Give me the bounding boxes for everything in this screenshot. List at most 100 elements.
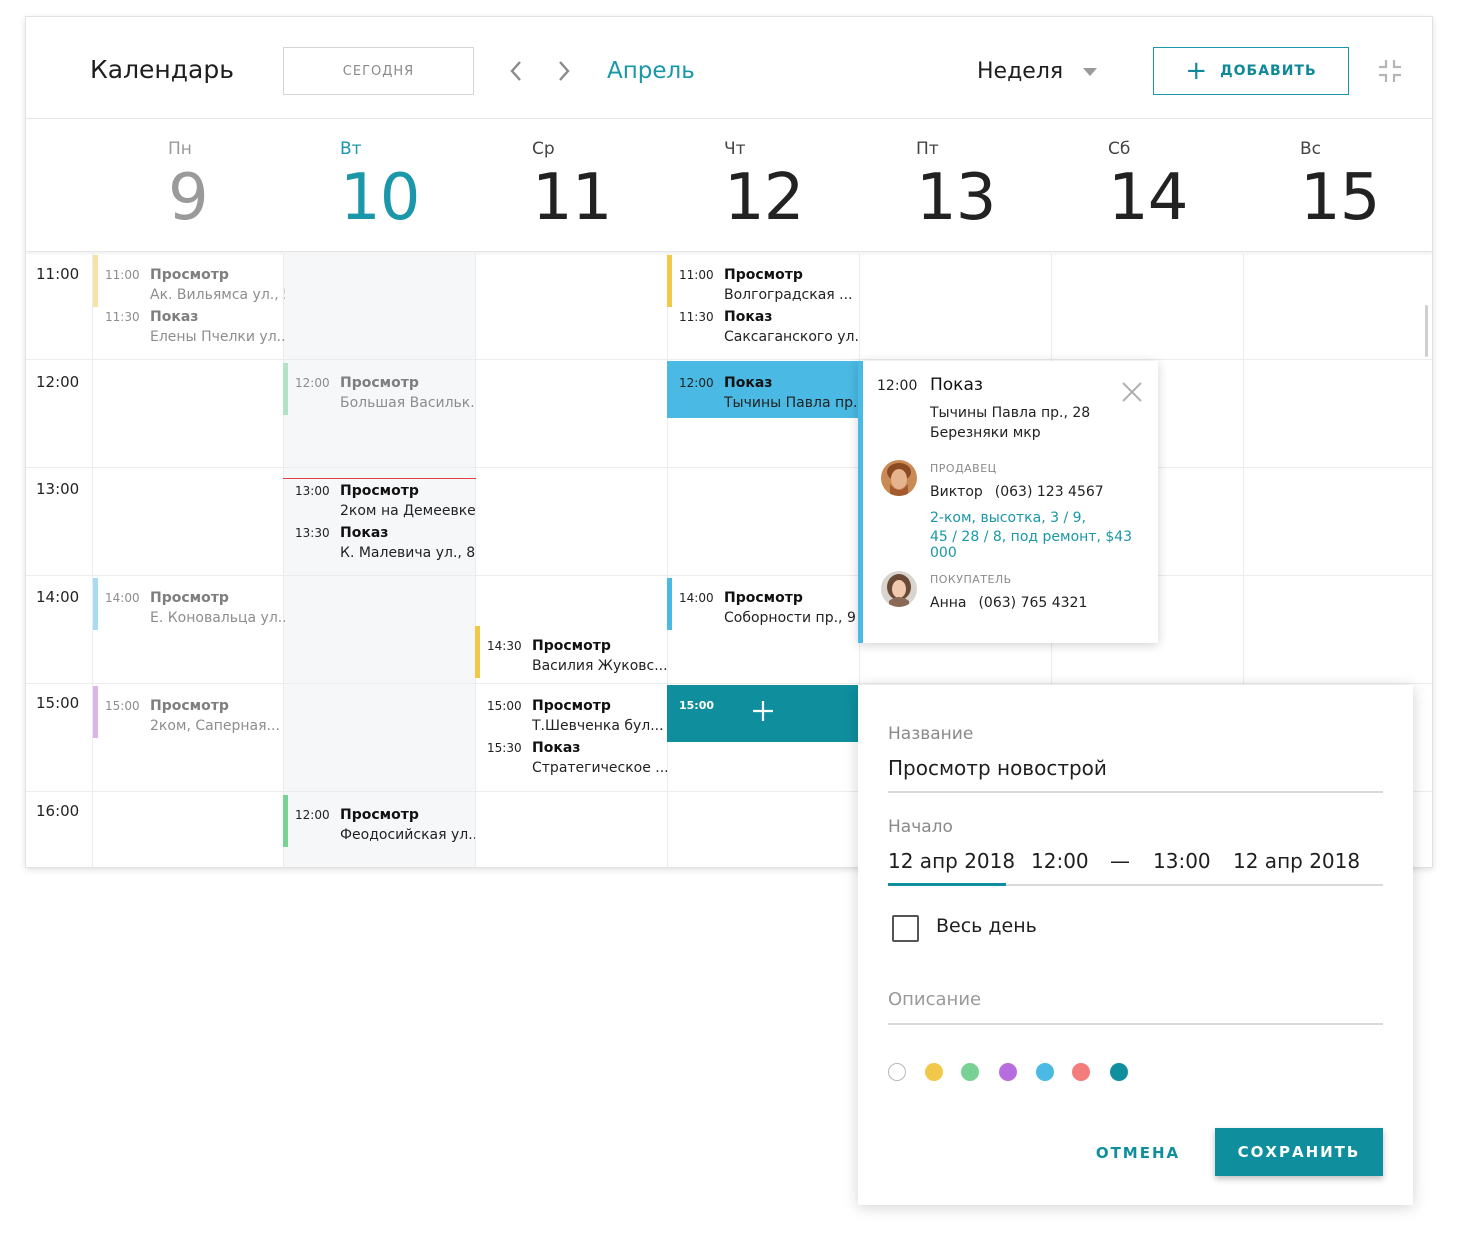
- day-header-sat[interactable]: Сб 14: [1051, 119, 1243, 252]
- event-card-selected[interactable]: 12:00 Показ Тычины Павла пр...: [667, 361, 859, 418]
- day-header-sun[interactable]: Вс 15: [1243, 119, 1432, 252]
- day-header-wed[interactable]: Ср 11: [475, 119, 667, 252]
- color-swatch-blue[interactable]: [1036, 1063, 1054, 1081]
- month-label[interactable]: Апрель: [607, 58, 695, 84]
- start-date-input[interactable]: 12 апр 2018: [888, 849, 1015, 873]
- event-address: Тычины Павла пр...: [724, 395, 859, 411]
- day-header-thu[interactable]: Чт 12: [667, 119, 859, 252]
- save-button[interactable]: СОХРАНИТЬ: [1215, 1128, 1383, 1176]
- new-event-form: Название Просмотр новострой Начало 12 ап…: [858, 685, 1413, 1205]
- color-swatch-teal[interactable]: [1110, 1063, 1128, 1081]
- event-time: 15:00: [105, 699, 140, 713]
- view-select-value: Неделя: [977, 59, 1064, 84]
- event-name: Просмотр: [340, 807, 419, 823]
- caret-down-icon: [1083, 67, 1098, 76]
- event-address: 2ком на Демеевке: [340, 503, 475, 519]
- start-field-label: Начало: [888, 817, 953, 837]
- event-time: 12:00: [679, 376, 714, 390]
- day-number: 10: [340, 161, 420, 235]
- listing-link-line[interactable]: 45 / 28 / 8, под ремонт, $43 000: [930, 529, 1158, 561]
- day-header-fri[interactable]: Пт 13: [859, 119, 1051, 252]
- all-day-label[interactable]: Весь день: [936, 915, 1037, 937]
- event-name: Просмотр: [150, 590, 229, 606]
- day-number: 15: [1300, 161, 1380, 235]
- close-icon[interactable]: [1121, 381, 1143, 403]
- color-swatch-yellow[interactable]: [925, 1063, 943, 1081]
- all-day-checkbox[interactable]: [892, 915, 919, 942]
- event-time: 12:00: [295, 808, 330, 822]
- add-event-button[interactable]: + ДОБАВИТЬ: [1153, 47, 1349, 95]
- popover-address-line: Березняки мкр: [930, 425, 1041, 441]
- column-divider: [92, 253, 93, 867]
- day-name: Пн: [168, 139, 192, 159]
- end-time-input[interactable]: 13:00: [1153, 849, 1211, 873]
- buyer-name: Анна: [930, 595, 967, 611]
- event-name: Просмотр: [340, 375, 419, 391]
- day-number: 14: [1108, 161, 1188, 235]
- new-event-slot[interactable]: 15:00: [667, 685, 859, 742]
- event-time: 11:30: [105, 310, 140, 324]
- seller-role-label: ПРОДАВЕЦ: [930, 462, 997, 475]
- color-swatch-none[interactable]: [888, 1063, 906, 1081]
- day-number: 9: [168, 161, 209, 235]
- event-time: 14:00: [679, 591, 714, 605]
- event-color-bar: [283, 363, 288, 415]
- popover-time: 12:00: [877, 378, 918, 394]
- event-address: Елены Пчелки ул...: [150, 329, 285, 345]
- description-input[interactable]: Описание: [888, 989, 981, 1010]
- day-name: Ср: [532, 139, 555, 159]
- buyer-phone[interactable]: (063) 765 4321: [978, 595, 1087, 611]
- description-underline: [888, 1023, 1383, 1025]
- seller-name: Виктор: [930, 484, 983, 500]
- today-button[interactable]: СЕГОДНЯ: [283, 47, 474, 95]
- collapse-icon[interactable]: [1378, 59, 1402, 83]
- event-color-bar: [667, 578, 672, 630]
- hour-divider: [26, 467, 1432, 468]
- popover-address-line: Тычины Павла пр., 28: [930, 405, 1091, 421]
- day-header-mon[interactable]: Пн 9: [93, 119, 285, 252]
- day-header-tue[interactable]: Вт 10: [283, 119, 475, 252]
- chevron-left-icon: [510, 61, 521, 81]
- event-color-bar: [667, 255, 672, 307]
- toolbar: Календарь СЕГОДНЯ Апрель Неделя + ДОБАВИ…: [26, 17, 1432, 119]
- day-number: 12: [724, 161, 804, 235]
- range-separator: —: [1110, 849, 1130, 873]
- event-name: Просмотр: [532, 638, 611, 654]
- name-input[interactable]: Просмотр новострой: [888, 756, 1107, 780]
- color-swatch-purple[interactable]: [999, 1063, 1017, 1081]
- plus-icon: +: [1185, 56, 1209, 86]
- end-date-input[interactable]: 12 апр 2018: [1233, 849, 1360, 873]
- color-swatch-green[interactable]: [961, 1063, 979, 1081]
- time-label: 12:00: [36, 373, 80, 391]
- event-time: 14:00: [105, 591, 140, 605]
- event-address: Ак. Вильямса ул., 5: [150, 287, 285, 303]
- chevron-right-icon: [559, 61, 570, 81]
- buyer-avatar: [881, 571, 917, 607]
- event-time: 12:00: [295, 376, 330, 390]
- cancel-button[interactable]: ОТМЕНА: [1088, 1129, 1188, 1177]
- event-name: Просмотр: [532, 698, 611, 714]
- next-week-button[interactable]: [552, 57, 576, 85]
- prev-week-button[interactable]: [504, 57, 528, 85]
- listing-link-line[interactable]: 2-ком, высотка, 3 / 9,: [930, 510, 1086, 526]
- start-time-input[interactable]: 12:00: [1031, 849, 1089, 873]
- event-address: К. Малевича ул., 83: [340, 545, 475, 561]
- event-color-bar: [93, 578, 98, 630]
- event-time: 11:00: [105, 268, 140, 282]
- color-swatch-red[interactable]: [1072, 1063, 1090, 1081]
- event-time: 11:30: [679, 310, 714, 324]
- day-name: Вс: [1300, 139, 1322, 159]
- hour-divider: [26, 683, 1432, 684]
- buyer-role-label: ПОКУПАТЕЛЬ: [930, 573, 1012, 586]
- event-name: Просмотр: [340, 483, 419, 499]
- hour-divider: [26, 359, 1432, 360]
- event-address: Соборности пр., 9: [724, 610, 856, 626]
- time-label: 11:00: [36, 265, 80, 283]
- event-details-popover: 12:00 Показ Тычины Павла пр., 28 Березня…: [858, 361, 1158, 643]
- seller-phone[interactable]: (063) 123 4567: [995, 484, 1104, 500]
- event-name: Показ: [340, 525, 389, 541]
- column-divider: [475, 253, 476, 867]
- plus-icon: [753, 701, 773, 721]
- vertical-scrollbar[interactable]: [1425, 305, 1428, 357]
- view-select[interactable]: Неделя: [977, 59, 1098, 84]
